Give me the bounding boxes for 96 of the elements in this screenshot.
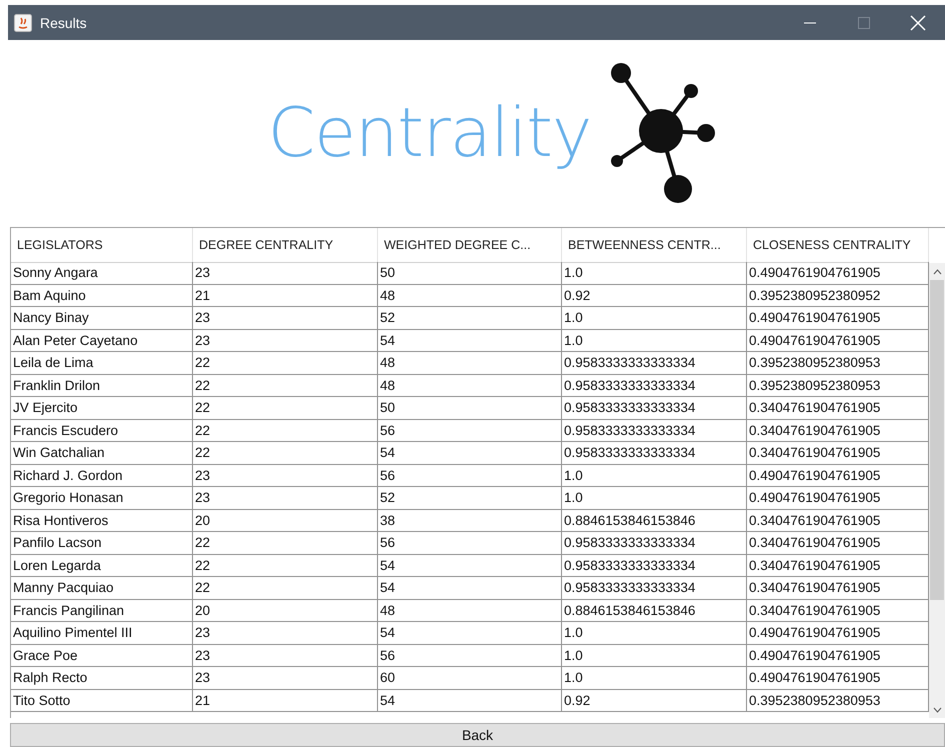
- table-cell: Ralph Recto: [11, 667, 193, 690]
- table-cell: Bam Aquino: [11, 284, 193, 307]
- scrollbar[interactable]: [929, 263, 945, 718]
- table-cell: 52: [378, 307, 562, 330]
- table-cell: Aquilino Pimentel III: [11, 622, 193, 644]
- table-cell: 22: [193, 577, 378, 600]
- table-cell: 22: [193, 352, 378, 374]
- table-cell: 23: [193, 464, 378, 487]
- table-cell: 1.0: [562, 330, 747, 352]
- table-cell: 48: [378, 600, 562, 622]
- table-cell: 48: [378, 284, 562, 307]
- table-cell: 23: [193, 667, 378, 690]
- table-cell: Francis Pangilinan: [11, 600, 193, 622]
- scroll-down-icon[interactable]: [932, 706, 942, 712]
- table-cell: 0.9583333333333334: [562, 442, 747, 464]
- table-cell: 22: [193, 532, 378, 554]
- table-cell: 22: [193, 554, 378, 577]
- table-cell: 0.9583333333333334: [562, 397, 747, 420]
- table-cell: 1.0: [562, 464, 747, 487]
- table-cell: 0.9583333333333334: [562, 374, 747, 397]
- scroll-up-icon[interactable]: [932, 268, 942, 274]
- minimize-icon: [803, 22, 817, 24]
- table-cell: 60: [378, 667, 562, 690]
- table-cell: 56: [378, 532, 562, 554]
- table-cell: 54: [378, 330, 562, 352]
- table-cell: 52: [378, 487, 562, 510]
- window-title: Results: [40, 14, 88, 30]
- table-cell: 22: [193, 442, 378, 464]
- table-cell: Grace Poe: [11, 644, 193, 667]
- column-header[interactable]: WEIGHTED DEGREE C...: [378, 228, 562, 263]
- maximize-icon: [857, 16, 871, 30]
- table-cell: 48: [378, 374, 562, 397]
- table-cell: 22: [193, 420, 378, 442]
- table-cell: Loren Legarda: [11, 554, 193, 577]
- table-cell: 0.4904761904761905: [747, 262, 929, 284]
- back-button[interactable]: Back: [10, 723, 945, 747]
- table-cell: 20: [193, 600, 378, 622]
- table-cell: 50: [378, 262, 562, 284]
- table-cell: 23: [193, 487, 378, 510]
- table-cell: 23: [193, 262, 378, 284]
- table-cell: Leila de Lima: [11, 352, 193, 374]
- close-icon: [910, 14, 926, 30]
- table-cell: 21: [193, 284, 378, 307]
- column-header[interactable]: BETWEENNESS CENTR...: [562, 228, 747, 263]
- table-cell: 0.9583333333333334: [562, 577, 747, 600]
- table-cell: 0.92: [562, 690, 747, 712]
- table-cell: 23: [193, 330, 378, 352]
- table-cell: Tito Sotto: [11, 690, 193, 712]
- table-cell: 23: [193, 307, 378, 330]
- column-header[interactable]: LEGISLATORS: [11, 228, 193, 263]
- table-cell: Franklin Drilon: [11, 374, 193, 397]
- table-cell: 0.9583333333333334: [562, 420, 747, 442]
- table-cell: 1.0: [562, 667, 747, 690]
- table-cell: 56: [378, 420, 562, 442]
- table-cell: Nancy Binay: [11, 307, 193, 330]
- table-cell: Win Gatchalian: [11, 442, 193, 464]
- table-cell: 1.0: [562, 487, 747, 510]
- table-cell: 23: [193, 622, 378, 644]
- table-cell: 1.0: [562, 262, 747, 284]
- table-cell: Alan Peter Cayetano: [11, 330, 193, 352]
- table-cell: 50: [378, 397, 562, 420]
- table-cell: Francis Escudero: [11, 420, 193, 442]
- table-cell: Panfilo Lacson: [11, 532, 193, 554]
- table-cell: 0.9583333333333334: [562, 532, 747, 554]
- table-cell: Manny Pacquiao: [11, 577, 193, 600]
- table-cell: 22: [193, 397, 378, 420]
- table-cell: 20: [193, 510, 378, 532]
- logo-text: Centrality: [268, 94, 592, 173]
- table-cell: 0.92: [562, 284, 747, 307]
- table-cell: 1.0: [562, 622, 747, 644]
- table-cell: 56: [378, 464, 562, 487]
- table-cell: 1.0: [562, 644, 747, 667]
- table-cell: 54: [378, 554, 562, 577]
- table-cell: 48: [378, 352, 562, 374]
- table-cell: 23: [193, 644, 378, 667]
- table-cell: Risa Hontiveros: [11, 510, 193, 532]
- table-cell: 22: [193, 374, 378, 397]
- column-header[interactable]: CLOSENESS CENTRALITY: [747, 228, 929, 263]
- table-cell: 21: [193, 690, 378, 712]
- table-cell: 38: [378, 510, 562, 532]
- table-cell: Richard J. Gordon: [11, 464, 193, 487]
- table-cell: 0.9583333333333334: [562, 352, 747, 374]
- column-header[interactable]: DEGREE CENTRALITY: [193, 228, 378, 263]
- table-cell: Sonny Angara: [11, 262, 193, 284]
- table-cell: 0.8846153846153846: [562, 510, 747, 532]
- table-cell: Gregorio Honasan: [11, 487, 193, 510]
- app-icon: [14, 14, 32, 32]
- table-cell: 54: [378, 577, 562, 600]
- table-cell: 56: [378, 644, 562, 667]
- table-cell: 54: [378, 690, 562, 712]
- table-cell: 0.9583333333333334: [562, 554, 747, 577]
- table-cell: 1.0: [562, 307, 747, 330]
- table-cell: JV Ejercito: [11, 397, 193, 420]
- table-cell: 54: [378, 622, 562, 644]
- table-cell: 54: [378, 442, 562, 464]
- table-cell: 0.8846153846153846: [562, 600, 747, 622]
